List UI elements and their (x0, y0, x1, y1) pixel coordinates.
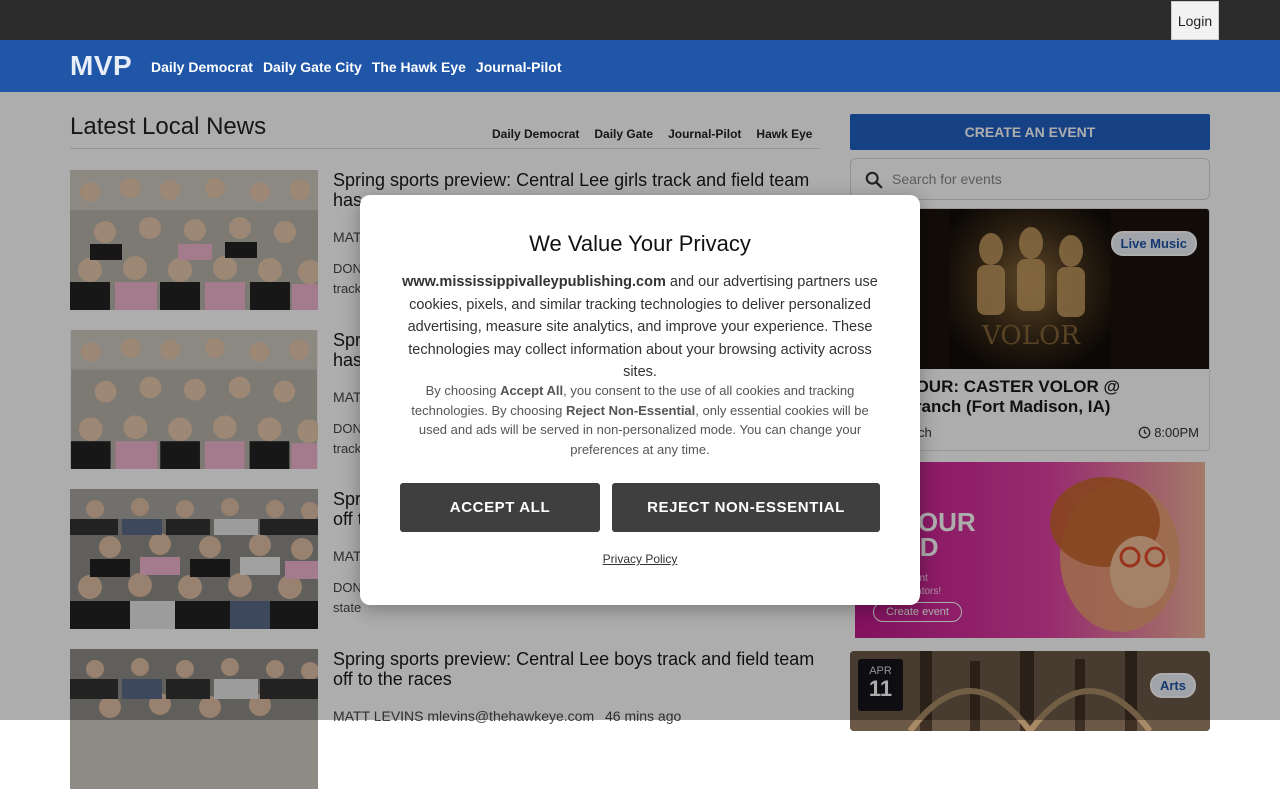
consent-accept-term: Accept All (500, 383, 564, 398)
login-button[interactable]: Login (1171, 1, 1219, 40)
privacy-modal: We Value Your Privacy www.mississippival… (360, 195, 920, 605)
reject-non-essential-button[interactable]: REJECT NON-ESSENTIAL (612, 483, 880, 532)
site-domain: www.mississippivalleypublishing.com (402, 274, 666, 290)
consent-text: By choosing (425, 383, 497, 398)
nav-link-the-hawk-eye[interactable]: The Hawk Eye (372, 59, 466, 75)
nav-link-journal-pilot[interactable]: Journal-Pilot (476, 59, 562, 75)
nav-link-daily-gate-city[interactable]: Daily Gate City (263, 59, 362, 75)
site-nav: MVP Daily Democrat Daily Gate City The H… (0, 40, 1280, 92)
modal-body: www.mississippivalleypublishing.com and … (394, 271, 886, 384)
modal-consent-note: By choosing Accept All, you consent to t… (404, 381, 876, 459)
top-bar (0, 0, 1280, 40)
consent-reject-term: Reject Non-Essential (565, 402, 696, 418)
privacy-policy-link[interactable]: Privacy Policy (360, 552, 920, 566)
brand-logo[interactable]: MVP (70, 50, 132, 82)
accept-all-button[interactable]: ACCEPT ALL (400, 483, 600, 532)
modal-title: We Value Your Privacy (529, 231, 751, 256)
nav-link-daily-democrat[interactable]: Daily Democrat (151, 59, 253, 75)
